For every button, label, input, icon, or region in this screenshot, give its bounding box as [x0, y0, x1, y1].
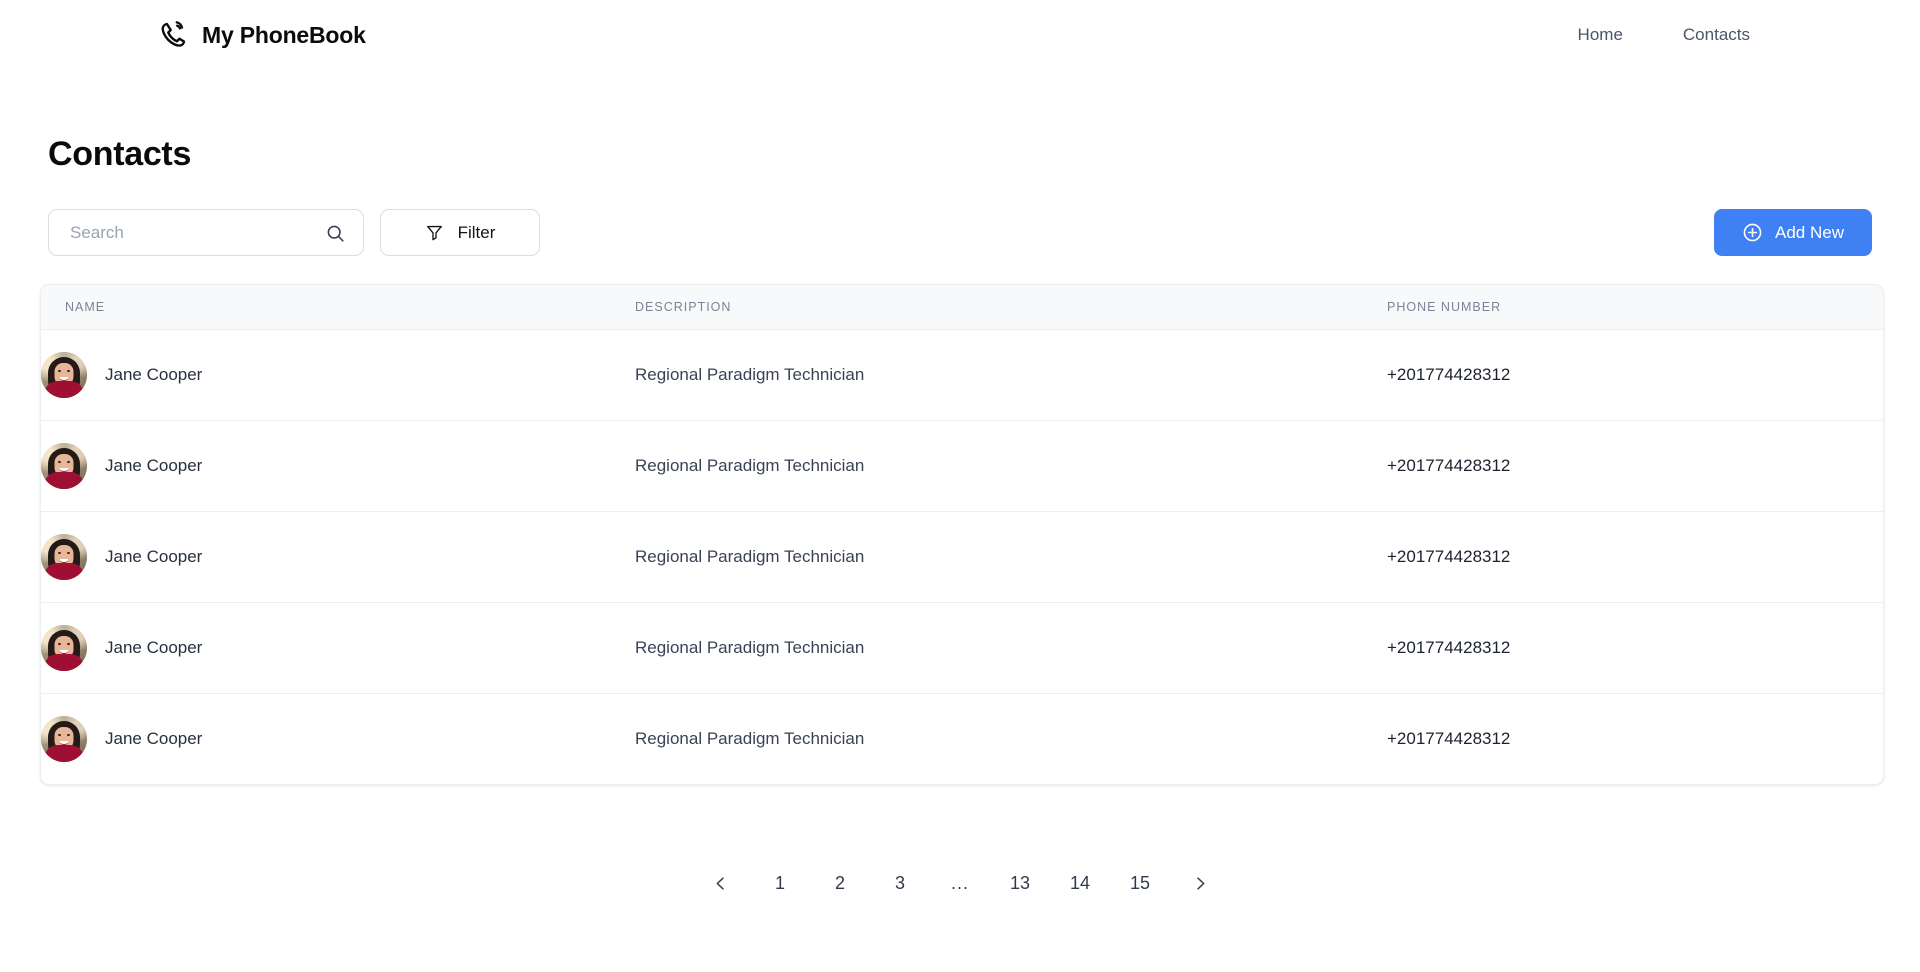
contact-description: Regional Paradigm Technician: [635, 455, 865, 475]
phone-call-icon: [158, 20, 188, 50]
cell-description: Regional Paradigm Technician: [635, 329, 1387, 420]
plus-circle-icon: [1742, 222, 1763, 243]
pagination-page-2[interactable]: 2: [820, 863, 860, 903]
contact-description: Regional Paradigm Technician: [635, 637, 865, 657]
nav-links: Home Contacts: [1578, 25, 1750, 45]
cell-description: Regional Paradigm Technician: [635, 602, 1387, 693]
add-new-label: Add New: [1775, 222, 1844, 242]
contact-name: Jane Cooper: [105, 728, 203, 748]
search-box[interactable]: [48, 209, 364, 256]
contact-phone: +201774428312: [1387, 546, 1511, 566]
column-header-description: DESCRIPTION: [635, 285, 1387, 330]
brand-logo[interactable]: My PhoneBook: [158, 20, 366, 50]
cell-name: Jane Cooper: [41, 602, 635, 693]
filter-button-label: Filter: [457, 222, 496, 242]
cell-phone: +201774428312: [1387, 511, 1883, 602]
search-icon[interactable]: [325, 223, 346, 244]
table-body: Jane Cooper Regional Paradigm Technician…: [41, 329, 1883, 784]
pagination-page-14[interactable]: 14: [1060, 863, 1100, 903]
cell-description: Regional Paradigm Technician: [635, 420, 1387, 511]
avatar: [41, 442, 87, 489]
cell-description: Regional Paradigm Technician: [635, 511, 1387, 602]
contact-name: Jane Cooper: [105, 637, 203, 657]
nav-link-home[interactable]: Home: [1578, 25, 1623, 45]
contacts-table: NAME DESCRIPTION PHONE NUMBER Jane Coope…: [41, 285, 1883, 784]
top-navbar: My PhoneBook Home Contacts: [0, 0, 1920, 70]
column-header-phone: PHONE NUMBER: [1387, 285, 1883, 330]
pagination: 1 2 3 ... 13 14 15: [0, 863, 1920, 903]
contact-description: Regional Paradigm Technician: [635, 364, 865, 384]
table-row[interactable]: Jane Cooper Regional Paradigm Technician…: [41, 329, 1883, 420]
toolbar: Filter: [48, 209, 540, 256]
table-head: NAME DESCRIPTION PHONE NUMBER: [41, 285, 1883, 330]
contact-name: Jane Cooper: [105, 546, 203, 566]
brand-name: My PhoneBook: [202, 21, 366, 48]
cell-phone: +201774428312: [1387, 693, 1883, 784]
cell-phone: +201774428312: [1387, 602, 1883, 693]
pagination-prev-button[interactable]: [700, 863, 740, 903]
pagination-page-13[interactable]: 13: [1000, 863, 1040, 903]
column-header-name: NAME: [41, 285, 635, 330]
chevron-left-icon: [712, 875, 729, 892]
table-row[interactable]: Jane Cooper Regional Paradigm Technician…: [41, 693, 1883, 784]
contact-description: Regional Paradigm Technician: [635, 546, 865, 566]
contacts-table-card: NAME DESCRIPTION PHONE NUMBER Jane Coope…: [40, 284, 1884, 785]
cell-name: Jane Cooper: [41, 420, 635, 511]
cell-description: Regional Paradigm Technician: [635, 693, 1387, 784]
contact-description: Regional Paradigm Technician: [635, 728, 865, 748]
nav-link-contacts[interactable]: Contacts: [1683, 25, 1750, 45]
pagination-ellipsis: ...: [950, 872, 969, 893]
avatar: [41, 533, 87, 580]
search-input[interactable]: [49, 210, 363, 255]
table-row[interactable]: Jane Cooper Regional Paradigm Technician…: [41, 511, 1883, 602]
cell-name: Jane Cooper: [41, 511, 635, 602]
funnel-icon: [425, 223, 444, 242]
pagination-next-button[interactable]: [1180, 863, 1220, 903]
cell-name: Jane Cooper: [41, 693, 635, 784]
page-title: Contacts: [48, 135, 192, 173]
avatar: [41, 351, 87, 398]
cell-name: Jane Cooper: [41, 329, 635, 420]
chevron-right-icon: [1192, 875, 1209, 892]
table-header-row: NAME DESCRIPTION PHONE NUMBER: [41, 285, 1883, 330]
contact-name: Jane Cooper: [105, 364, 203, 384]
filter-button[interactable]: Filter: [380, 209, 540, 256]
contact-phone: +201774428312: [1387, 455, 1511, 475]
table-row[interactable]: Jane Cooper Regional Paradigm Technician…: [41, 602, 1883, 693]
add-new-button[interactable]: Add New: [1714, 209, 1872, 256]
contacts-page: My PhoneBook Home Contacts Contacts Sear…: [0, 0, 1920, 972]
pagination-page-15[interactable]: 15: [1120, 863, 1160, 903]
contact-name: Jane Cooper: [105, 455, 203, 475]
contact-phone: +201774428312: [1387, 364, 1511, 384]
contact-phone: +201774428312: [1387, 637, 1511, 657]
cell-phone: +201774428312: [1387, 329, 1883, 420]
pagination-page-1[interactable]: 1: [760, 863, 800, 903]
contact-phone: +201774428312: [1387, 728, 1511, 748]
table-row[interactable]: Jane Cooper Regional Paradigm Technician…: [41, 420, 1883, 511]
cell-phone: +201774428312: [1387, 420, 1883, 511]
avatar: [41, 624, 87, 671]
pagination-page-3[interactable]: 3: [880, 863, 920, 903]
avatar: [41, 715, 87, 762]
